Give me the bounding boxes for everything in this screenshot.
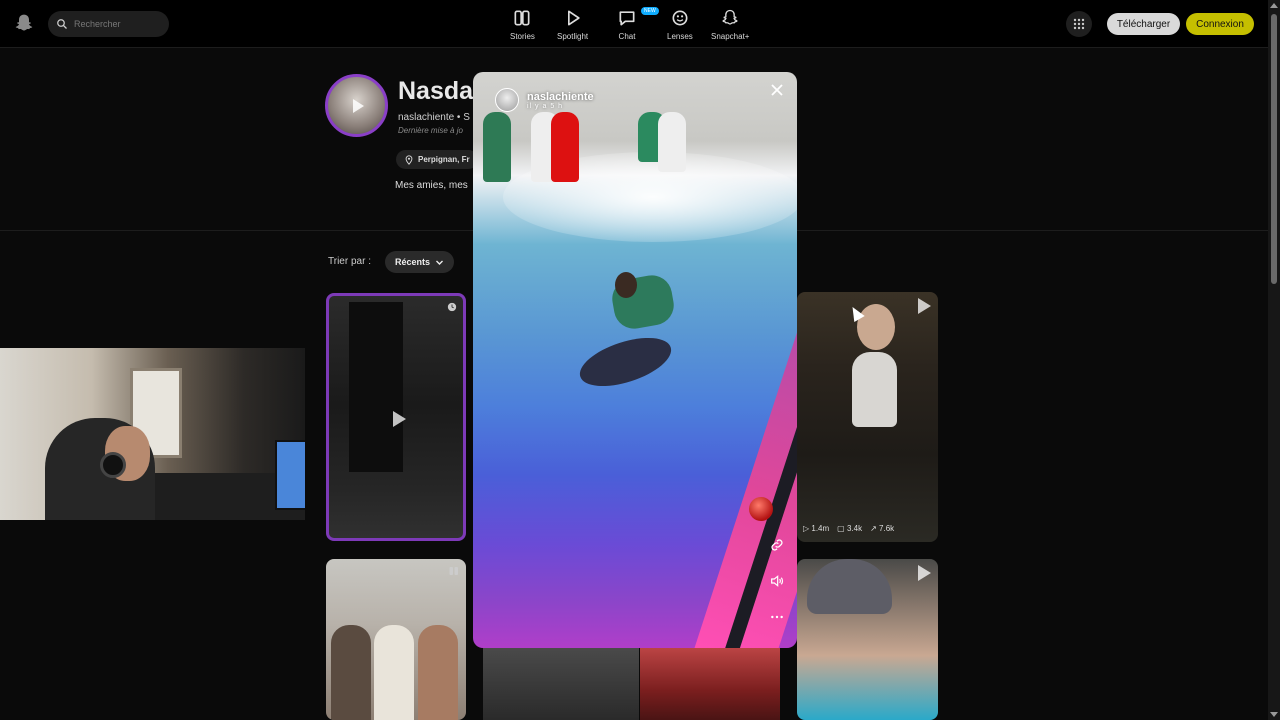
profile-avatar[interactable] [325,74,388,137]
tile-stats: ▷ 1.4m ▢ 3.4k ↗ 7.6k [803,524,894,533]
play-icon [352,98,364,113]
snapchat-plus-icon [722,9,738,25]
story-avatar[interactable] [495,88,519,112]
search-icon [57,19,67,29]
webcam-scene [275,440,305,510]
webcam-overlay [0,348,305,520]
play-icon [918,565,931,581]
nav-label: Snapchat+ [711,32,750,41]
comments-count: ▢ 3.4k [837,524,863,533]
link-icon[interactable] [769,537,785,553]
story-time: il y a 5 h [527,102,564,110]
chevron-down-icon [436,260,443,265]
story-tile[interactable] [326,293,466,541]
grid-icon [1073,18,1085,30]
search-input[interactable] [74,19,154,29]
apps-grid-button[interactable] [1066,11,1092,37]
story-media [551,112,579,182]
spotlight-tile[interactable] [483,648,639,720]
tile-thumbnail [349,302,403,472]
page-scrollbar[interactable] [1268,0,1280,720]
location-pin-icon [405,154,413,165]
profile-username: naslachiente • S [398,112,470,123]
multi-snap-icon [449,567,458,575]
tile-thumbnail [418,625,458,720]
story-media [749,497,773,521]
tile-thumbnail [374,625,414,720]
volume-icon[interactable] [769,573,785,589]
spotlight-tile[interactable]: ▷ 1.4m ▢ 3.4k ↗ 7.6k [797,292,938,542]
spotlight-play-icon [567,10,580,26]
sort-label: Trier par : [328,256,371,267]
chat-icon [619,11,635,26]
snapchat-ghost-icon[interactable] [14,13,34,33]
scrollbar-thumb[interactable] [1271,14,1277,284]
new-badge: NEW [641,7,659,15]
download-button[interactable]: Télécharger [1107,13,1180,35]
views-count: ▷ 1.4m [803,524,830,533]
shares-count: ↗ 7.6k [870,524,895,533]
profile-last-update: Dernière mise à jo [398,126,463,135]
nav-spotlight[interactable]: Spotlight [557,8,588,41]
tile-thumbnail [807,559,892,614]
search-bar[interactable] [48,11,169,37]
story-media [483,112,511,182]
play-icon [918,298,931,314]
story-media [658,112,686,172]
story-media [615,272,637,298]
tile-thumbnail [852,352,897,427]
nav-stories[interactable]: Stories [510,8,535,41]
story-username[interactable]: naslachiente [527,91,594,103]
spotlight-tile[interactable] [326,559,466,720]
scroll-down-arrow[interactable] [1270,712,1278,717]
clock-icon [447,302,457,312]
stories-icon [514,10,530,26]
profile-bio: Mes amies, mes [395,180,468,191]
lenses-icon [672,10,688,26]
play-icon [393,411,406,427]
spotlight-tile[interactable] [640,648,780,720]
login-button[interactable]: Connexion [1186,13,1254,35]
story-media [574,328,677,396]
story-header[interactable]: naslachiente il y a 5 h [495,88,594,112]
nav-chat[interactable]: NEW Chat [617,7,659,41]
location-label: Perpignan, Fr [418,155,470,164]
sort-value: Récents [395,257,431,267]
nav-label: Chat [618,32,636,41]
spotlight-tile[interactable] [797,559,938,720]
nav-label: Lenses [667,32,693,41]
nav-snapchat-plus[interactable]: Snapchat+ [711,8,749,41]
location-chip[interactable]: Perpignan, Fr [396,150,478,169]
story-actions [769,537,785,625]
nav-label: Stories [510,32,535,41]
sort-dropdown[interactable]: Récents [385,251,454,273]
close-icon[interactable] [769,82,785,98]
nav-label: Spotlight [557,32,589,41]
nav-lenses[interactable]: Lenses [667,8,693,41]
story-viewer[interactable]: naslachiente il y a 5 h [473,72,797,648]
top-bar: Stories Spotlight NEW Chat Lenses Snapch… [0,0,1268,48]
tile-thumbnail [331,625,371,720]
tile-thumbnail [857,304,895,350]
scroll-up-arrow[interactable] [1270,3,1278,8]
more-icon[interactable] [769,609,785,625]
headset-icon [100,452,126,478]
